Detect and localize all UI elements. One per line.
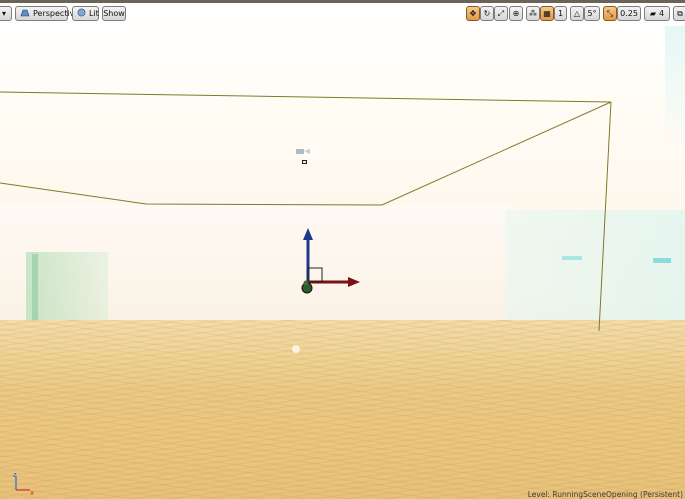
viewport-options-button[interactable]: ▾	[0, 6, 12, 21]
maximize-icon: ⧉	[677, 8, 683, 18]
show-flags-button[interactable]: Show	[102, 6, 126, 21]
grid-snap-toggle[interactable]: ▦	[540, 6, 554, 21]
scale-mode-button[interactable]: ⤢	[494, 6, 508, 21]
axis-z-label: z	[13, 471, 17, 479]
world-axis-indicator: z x	[13, 471, 34, 496]
scale-snap-value[interactable]: 0.25	[617, 6, 641, 21]
translate-mode-button[interactable]: ✥	[466, 6, 480, 21]
rotate-snap-value[interactable]: 5°	[584, 6, 600, 21]
perspective-button[interactable]: Perspective	[15, 6, 79, 21]
cyan-marker-2	[653, 258, 671, 263]
rotate-snap-toggle[interactable]: △	[570, 6, 584, 21]
angle-icon: △	[573, 8, 581, 18]
surface-snapping-button[interactable]: ⁂	[526, 6, 540, 21]
cyan-marker	[562, 256, 582, 260]
gizmo-x-arrowhead[interactable]	[348, 277, 360, 287]
level-status-text: Level: RunningSceneOpening (Persistent)	[527, 490, 683, 499]
viewport-toolbar: ▾ Perspective Lit Show ✥ ↻ ⤢ ⊕ ⁂ ▦ 1 △ 5…	[0, 0, 685, 26]
rotate-snap-value-label: 5°	[587, 9, 597, 18]
translate-gizmo[interactable]	[292, 226, 364, 298]
maximize-viewport-button[interactable]: ⧉	[673, 6, 685, 21]
camera-actor-icon[interactable]	[294, 146, 312, 168]
lit-sphere-icon	[77, 8, 86, 19]
chevron-down-icon: ▾	[1, 8, 6, 18]
grid-icon: ▦	[543, 8, 551, 18]
scale-snap-value-label: 0.25	[620, 9, 638, 18]
move-arrows-icon: ✥	[469, 8, 477, 18]
scale-snap-toggle[interactable]: ⤡	[603, 6, 617, 21]
camera-speed-value: 4	[659, 9, 665, 18]
level-viewport[interactable]: z x Level: RunningSceneOpening (Persiste…	[0, 0, 685, 499]
rotate-icon: ↻	[483, 8, 491, 18]
lit-view-mode-button[interactable]: Lit	[72, 6, 99, 21]
title-strip	[0, 0, 685, 3]
scale-arrows-icon: ⤢	[497, 8, 505, 18]
gizmo-plane-handle[interactable]	[307, 267, 323, 283]
volume-right-edge	[598, 101, 612, 332]
sun-glint	[292, 345, 300, 353]
surface-snap-icon: ⁂	[529, 8, 537, 18]
camera-icon: ▰	[649, 8, 657, 18]
world-globe-icon: ⊕	[512, 8, 520, 18]
show-label: Show	[103, 9, 125, 18]
rotate-mode-button[interactable]: ↻	[480, 6, 494, 21]
scale-snap-icon: ⤡	[606, 8, 614, 18]
camera-speed-button[interactable]: ▰ 4	[644, 6, 670, 21]
volume-top-edge	[0, 91, 612, 103]
gizmo-z-arrowhead[interactable]	[303, 228, 313, 240]
lit-label: Lit	[89, 9, 99, 18]
coordinate-system-button[interactable]: ⊕	[509, 6, 523, 21]
grid-snap-value-label: 1	[557, 9, 564, 18]
grid-snap-value[interactable]: 1	[554, 6, 567, 21]
axis-x-label: x	[30, 489, 34, 496]
viewport-perspective-icon	[20, 9, 30, 19]
